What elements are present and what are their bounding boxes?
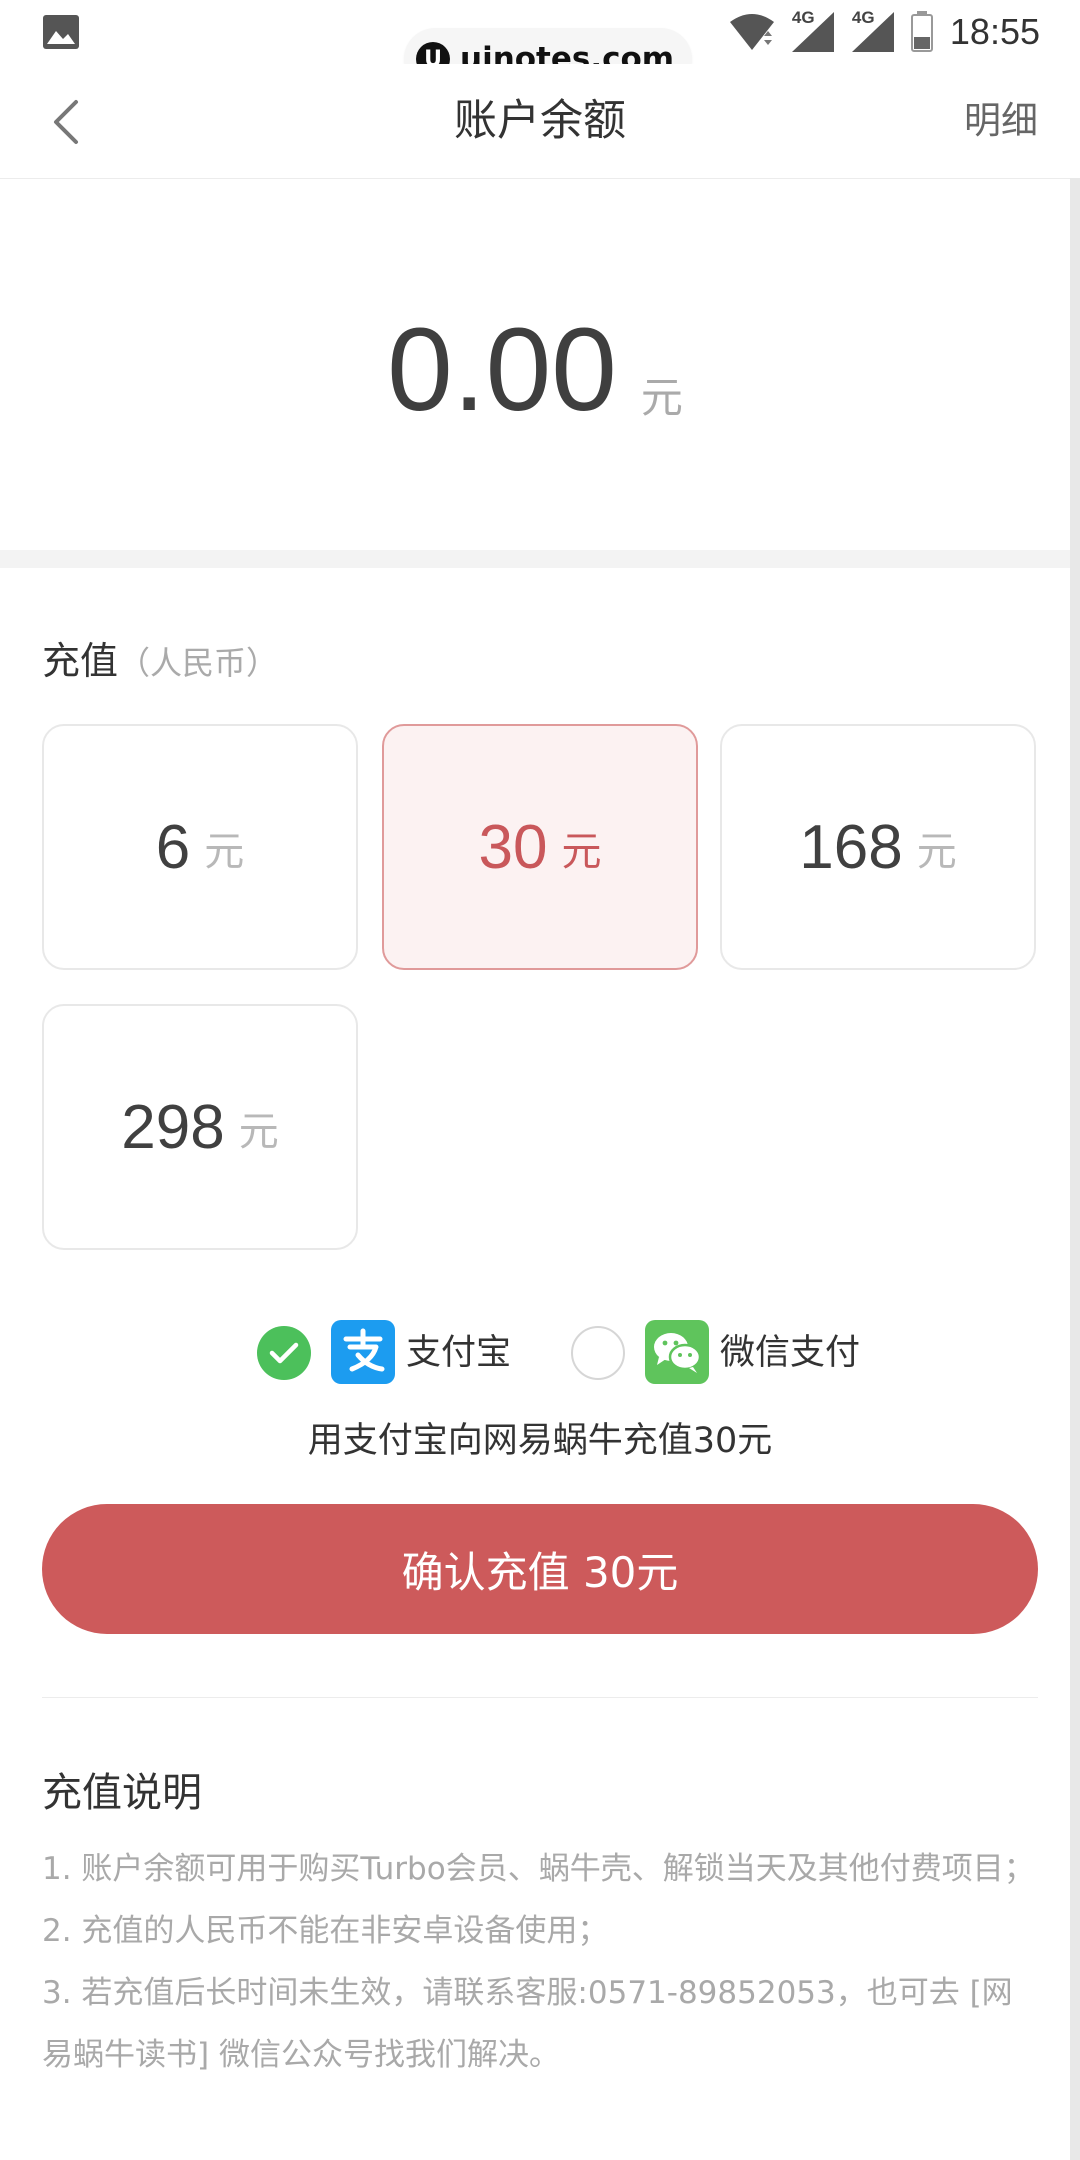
option-unit: 元 xyxy=(204,829,245,875)
recharge-title: 充值（人民币） xyxy=(42,630,278,685)
option-unit: 元 xyxy=(561,829,602,875)
instructions-list: 1. 账户余额可用于购买Turbo会员、蜗牛壳、解锁当天及其他付费项目； 2. … xyxy=(42,1838,1042,2086)
instruction-item: 1. 账户余额可用于购买Turbo会员、蜗牛壳、解锁当天及其他付费项目； xyxy=(42,1851,1035,1887)
status-bar: U uinotes.com 4G 4G 18:55 xyxy=(0,0,1080,90)
instruction-item: 3. 若充值后长时间未生效，请联系客服:0571-89852053，也可去 [网… xyxy=(42,1975,1013,2073)
wechat-label[interactable]: 微信支付 xyxy=(720,1320,860,1386)
detail-link[interactable]: 明细 xyxy=(964,64,1038,178)
alipay-icon[interactable] xyxy=(331,1320,395,1384)
status-icons: 4G 4G 18:55 xyxy=(728,8,1040,56)
clock: 18:55 xyxy=(949,11,1040,52)
alipay-label[interactable]: 支付宝 xyxy=(406,1320,511,1386)
network-label: 4G xyxy=(791,8,815,27)
confirm-recharge-button[interactable]: 确认充值 30元 xyxy=(42,1504,1038,1634)
option-amount: 6 xyxy=(155,812,191,882)
wechat-radio[interactable] xyxy=(571,1326,625,1380)
recharge-option-6[interactable]: 6 元 xyxy=(42,724,358,970)
network-label: 4G xyxy=(851,8,875,27)
payment-methods: 支付宝 微信支付 xyxy=(0,1320,1080,1386)
recharge-option-30[interactable]: 30 元 xyxy=(382,724,698,970)
recharge-currency-label: （人民币） xyxy=(118,644,279,682)
signal-icon: 4G xyxy=(850,8,896,54)
battery-icon xyxy=(910,11,933,52)
back-button[interactable] xyxy=(40,94,90,150)
payment-note: 用支付宝向网易蜗牛充值30元 xyxy=(307,1421,773,1461)
wechat-icon[interactable] xyxy=(645,1320,709,1384)
wifi-icon xyxy=(729,14,774,50)
option-unit: 元 xyxy=(238,1109,279,1155)
divider xyxy=(42,1697,1038,1698)
scrollbar[interactable] xyxy=(1070,178,1080,2160)
alipay-radio[interactable] xyxy=(257,1326,311,1380)
option-amount: 30 xyxy=(478,812,548,882)
nav-bar: 账户余额 明细 xyxy=(0,64,1080,179)
chevron-left-icon xyxy=(54,100,78,144)
balance-unit: 元 xyxy=(640,372,683,422)
balance-amount: 0.00 xyxy=(387,304,617,436)
page-title: 账户余额 xyxy=(454,96,626,146)
recharge-option-298[interactable]: 298 元 xyxy=(42,1004,358,1250)
balance-display: 0.00 元 xyxy=(0,178,1070,550)
recharge-option-168[interactable]: 168 元 xyxy=(720,724,1036,970)
check-icon xyxy=(269,1342,299,1364)
instructions-title: 充值说明 xyxy=(42,1770,202,1816)
gallery-icon xyxy=(43,15,79,49)
instruction-item: 2. 充值的人民币不能在非安卓设备使用； xyxy=(42,1913,609,1949)
option-unit: 元 xyxy=(916,829,957,875)
option-amount: 168 xyxy=(799,812,903,882)
signal-icon: 4G xyxy=(790,8,836,54)
recharge-title-label: 充值 xyxy=(42,639,119,683)
section-divider xyxy=(0,550,1070,568)
option-amount: 298 xyxy=(121,1092,225,1162)
